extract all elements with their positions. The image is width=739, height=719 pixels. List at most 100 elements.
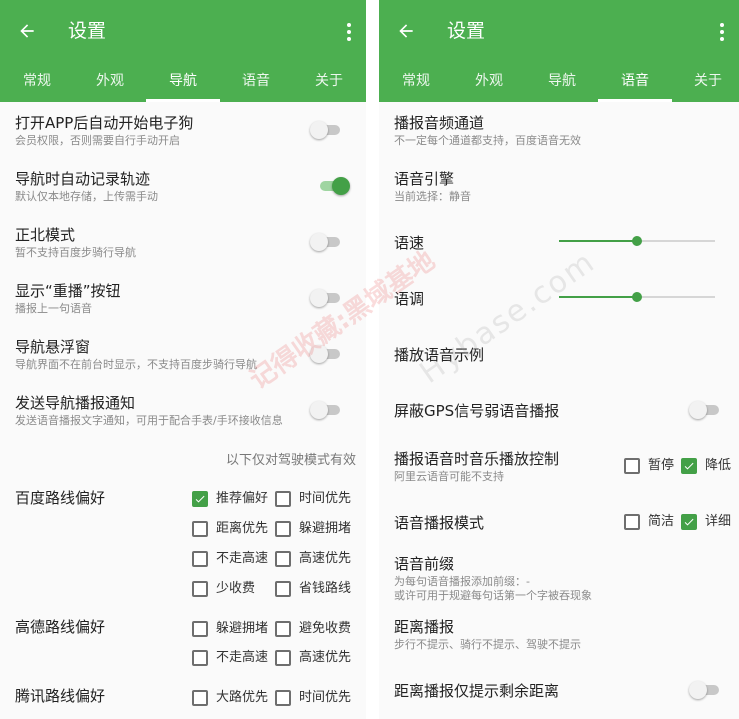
row-subtitle: 播报上一句语音: [15, 302, 92, 315]
option-label: 时间优先: [299, 690, 352, 705]
row-subtitle: 会员权限，否则需要自行手动开启: [15, 134, 180, 147]
row-subtitle: 暂不支持百度步骑行导航: [15, 246, 136, 259]
replay-button-switch[interactable]: [310, 288, 342, 308]
pitch-slider[interactable]: [559, 289, 715, 305]
row-title: 发送导航播报通知: [15, 394, 136, 412]
option-label: 详细: [705, 514, 732, 529]
checkbox-no-highway[interactable]: [192, 650, 208, 666]
option-label: 少收费: [216, 581, 256, 596]
tab-bar: 常规 外观 导航 语音 关于: [379, 66, 739, 102]
checkbox-avoid-toll[interactable]: [275, 621, 291, 637]
play-sample-button[interactable]: 播放语音示例: [394, 345, 484, 365]
distance-broadcast-subtitle: 步行不提示、骑行不提示、驾驶不提示: [394, 638, 581, 651]
remaining-distance-switch[interactable]: [689, 680, 721, 700]
settings-panel-voice: 设置 常规 外观 导航 语音 关于 播报音频通道 不一定每个通道都支持，百度语音…: [379, 0, 739, 719]
north-mode-switch[interactable]: [310, 232, 342, 252]
row-subtitle: 发送语音播报文字通知，可用于配合手表/手环接收信息: [15, 414, 283, 427]
speech-rate-label: 语速: [394, 234, 425, 252]
remaining-distance-title: 距离播报仅提示剩余距离: [394, 682, 560, 700]
tab-about[interactable]: 关于: [292, 72, 366, 90]
tab-indicator: [146, 99, 220, 102]
app-bar: 设置 常规 外观 导航 语音 关于: [379, 0, 739, 102]
broadcast-mode-title: 语音播报模式: [394, 514, 485, 532]
gps-mute-title: 屏蔽GPS信号弱语音播报: [394, 402, 560, 420]
option-label: 省钱路线: [299, 581, 352, 596]
checkbox-highway-first[interactable]: [275, 551, 291, 567]
checkbox-less-toll[interactable]: [192, 581, 208, 597]
slider-knob[interactable]: [632, 236, 642, 246]
option-label: 推荐偏好: [216, 491, 269, 506]
option-label: 简洁: [648, 514, 675, 529]
auto-start-switch[interactable]: [310, 120, 342, 140]
checkbox-save-money[interactable]: [275, 581, 291, 597]
option-label: 降低: [705, 458, 732, 473]
music-control-title: 播报语音时音乐播放控制: [394, 450, 560, 468]
speech-rate-slider[interactable]: [559, 233, 715, 249]
option-label: 不走高速: [216, 551, 269, 566]
checkbox-highway-first[interactable]: [275, 650, 291, 666]
tab-navigation[interactable]: 导航: [146, 72, 220, 90]
tab-general[interactable]: 常规: [0, 72, 74, 90]
option-label: 躲避拥堵: [216, 621, 269, 636]
voice-engine-title[interactable]: 语音引擎: [394, 169, 454, 189]
distance-broadcast-title[interactable]: 距离播报: [394, 617, 454, 637]
more-vert-icon[interactable]: [719, 22, 725, 42]
audio-channel-title[interactable]: 播报音频通道: [394, 113, 484, 133]
row-title: 导航时自动记录轨迹: [15, 170, 151, 188]
option-label: 不走高速: [216, 650, 269, 665]
settings-panel-navigation: 设置 常规 外观 导航 语音 关于 打开APP后自动开始电子狗 会员权限，否则需…: [0, 0, 366, 719]
row-title: 显示“重播”按钮: [15, 282, 121, 300]
gps-mute-switch[interactable]: [689, 400, 721, 420]
checkbox-distance-first[interactable]: [192, 521, 208, 537]
row-title: 打开APP后自动开始电子狗: [15, 114, 194, 132]
back-arrow-icon[interactable]: [396, 21, 416, 41]
option-label: 躲避拥堵: [299, 521, 352, 536]
driving-mode-note: 以下仅对驾驶模式有效: [225, 453, 356, 468]
tab-appearance[interactable]: 外观: [452, 72, 526, 90]
checkbox-recommended[interactable]: [192, 491, 208, 507]
option-label: 距离优先: [216, 521, 269, 536]
tab-voice[interactable]: 语音: [219, 72, 293, 90]
group-title-tencent: 腾讯路线偏好: [15, 687, 106, 705]
tab-about[interactable]: 关于: [671, 72, 739, 90]
tab-indicator: [598, 99, 672, 102]
slider-knob[interactable]: [632, 292, 642, 302]
voice-prefix-subtitle: 为每句语音播报添加前缀：-: [394, 575, 530, 588]
tab-bar: 常规 外观 导航 语音 关于: [0, 66, 366, 102]
checkbox-avoid-congestion[interactable]: [275, 521, 291, 537]
voice-prefix-subtitle: 或许可用于规避每句话第一个字被吞现象: [394, 589, 592, 602]
row-subtitle: 默认仅本地存储，上传需手动: [15, 190, 158, 203]
row-title: 正北模式: [15, 226, 76, 244]
group-title-baidu: 百度路线偏好: [15, 489, 106, 507]
checkbox-pause[interactable]: [624, 458, 640, 474]
voice-engine-subtitle: 当前选择：静音: [394, 190, 471, 203]
audio-channel-subtitle: 不一定每个通道都支持，百度语音无效: [394, 134, 581, 147]
tab-voice[interactable]: 语音: [598, 72, 672, 90]
option-label: 避免收费: [299, 621, 352, 636]
option-label: 高速优先: [299, 650, 352, 665]
record-track-switch[interactable]: [318, 176, 350, 196]
floating-window-switch[interactable]: [310, 344, 342, 364]
checkbox-no-highway[interactable]: [192, 551, 208, 567]
row-title: 导航悬浮窗: [15, 338, 91, 356]
voice-prefix-title[interactable]: 语音前缀: [394, 554, 454, 574]
checkbox-avoid-congestion[interactable]: [192, 621, 208, 637]
checkbox-concise[interactable]: [624, 514, 640, 530]
checkbox-main-road-first[interactable]: [192, 690, 208, 706]
tab-general[interactable]: 常规: [379, 72, 453, 90]
row-subtitle: 导航界面不在前台时显示，不支持百度步骑行导航: [15, 358, 257, 371]
more-vert-icon[interactable]: [346, 22, 352, 42]
checkbox-time-first[interactable]: [275, 491, 291, 507]
checkbox-lower-volume[interactable]: [681, 458, 697, 474]
option-label: 暂停: [648, 458, 675, 473]
back-arrow-icon[interactable]: [17, 21, 37, 41]
group-title-gaode: 高德路线偏好: [15, 618, 106, 636]
checkbox-time-first[interactable]: [275, 690, 291, 706]
checkbox-detailed[interactable]: [681, 514, 697, 530]
page-title: 设置: [68, 20, 107, 42]
tab-navigation[interactable]: 导航: [525, 72, 599, 90]
pitch-label: 语调: [394, 290, 425, 308]
tab-appearance[interactable]: 外观: [73, 72, 147, 90]
option-label: 高速优先: [299, 551, 352, 566]
nav-notification-switch[interactable]: [310, 400, 342, 420]
